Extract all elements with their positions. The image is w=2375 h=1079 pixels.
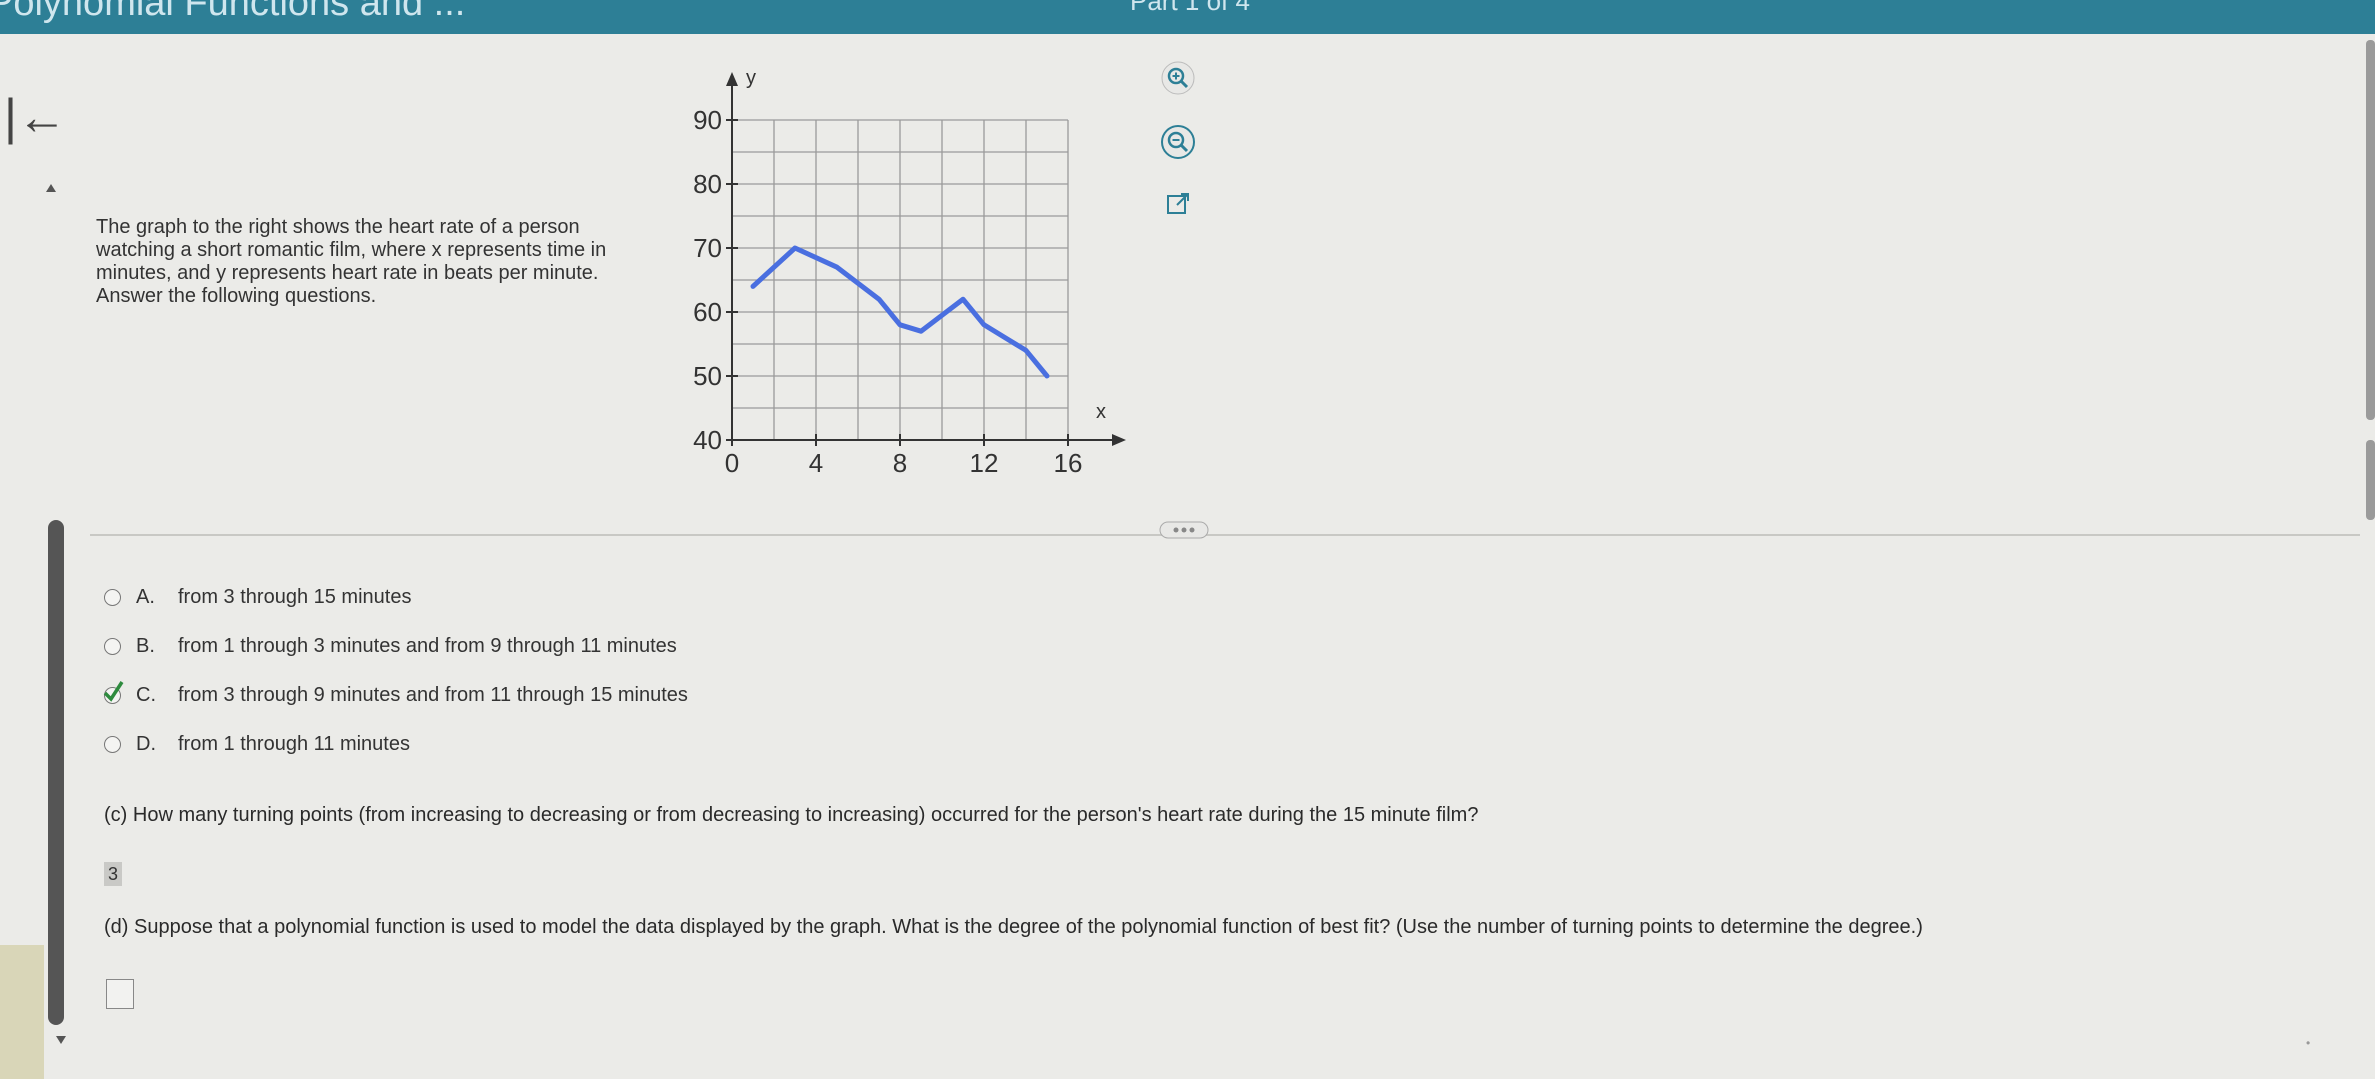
radio-button[interactable] — [104, 638, 121, 655]
choice-letter: C. — [136, 684, 156, 706]
y-tick-label: 70 — [693, 233, 722, 263]
popout-icon[interactable] — [1160, 186, 1196, 222]
choice-letter: D. — [136, 733, 156, 755]
assignment-title: Polynomial Functions and ... — [0, 0, 466, 24]
x-tick-label: 4 — [809, 448, 823, 478]
choice-text: from 1 through 3 minutes and from 9 thro… — [178, 635, 677, 657]
question-c-text: (c) How many turning points (from increa… — [104, 804, 1479, 826]
more-icon[interactable] — [1154, 518, 1214, 542]
top-bar: Polynomial Functions and ... Part 1 of 4 — [0, 0, 2375, 34]
correct-check-icon — [103, 681, 124, 702]
choice-text: from 1 through 11 minutes — [178, 733, 410, 755]
y-tick-label: 90 — [693, 105, 722, 135]
choice-text: from 3 through 15 minutes — [178, 586, 412, 608]
radio-button[interactable] — [104, 589, 121, 606]
right-scrollbar[interactable] — [2366, 40, 2375, 420]
section-divider — [90, 534, 2360, 536]
y-tick-label: 50 — [693, 361, 722, 391]
choice-text: from 3 through 9 minutes and from 11 thr… — [178, 684, 688, 706]
corner-mark: • — [2306, 1036, 2311, 1050]
answer-d-field[interactable] — [106, 979, 134, 1009]
problem-intro: The graph to the right shows the heart r… — [96, 216, 607, 307]
y-tick-label: 80 — [693, 169, 722, 199]
x-tick-label: 8 — [893, 448, 907, 478]
y-tick-label: 60 — [693, 297, 722, 327]
scroll-up-icon[interactable] — [46, 184, 56, 192]
x-axis-label: x — [1096, 401, 1106, 423]
zoom-in-icon[interactable] — [1160, 60, 1196, 96]
x-tick-label: 0 — [725, 448, 739, 478]
right-scrollbar-lower[interactable] — [2366, 440, 2375, 520]
back-to-start-icon[interactable]: |← — [4, 92, 67, 142]
zoom-out-icon[interactable] — [1160, 124, 1196, 160]
question-d-text: (d) Suppose that a polynomial function i… — [104, 916, 1923, 938]
y-axis-label: y — [746, 67, 756, 89]
radio-button[interactable] — [104, 736, 121, 753]
side-tab — [0, 945, 44, 1079]
x-tick-label: 16 — [1054, 448, 1083, 478]
x-axis-arrow — [1112, 434, 1126, 446]
left-scrollbar[interactable] — [48, 520, 64, 1025]
answer-c-field[interactable]: 3 — [104, 862, 122, 886]
part-indicator: Part 1 of 4 — [1130, 0, 1250, 16]
y-axis-arrow — [726, 72, 738, 86]
choice-letter: B. — [136, 635, 155, 657]
heart-rate-graph: x y 0 4 8 12 16 40 50 60 70 80 90 — [693, 67, 1126, 478]
scroll-down-icon[interactable] — [56, 1036, 66, 1044]
y-tick-label: 40 — [693, 425, 722, 455]
choice-letter: A. — [136, 586, 155, 608]
x-tick-label: 12 — [970, 448, 999, 478]
